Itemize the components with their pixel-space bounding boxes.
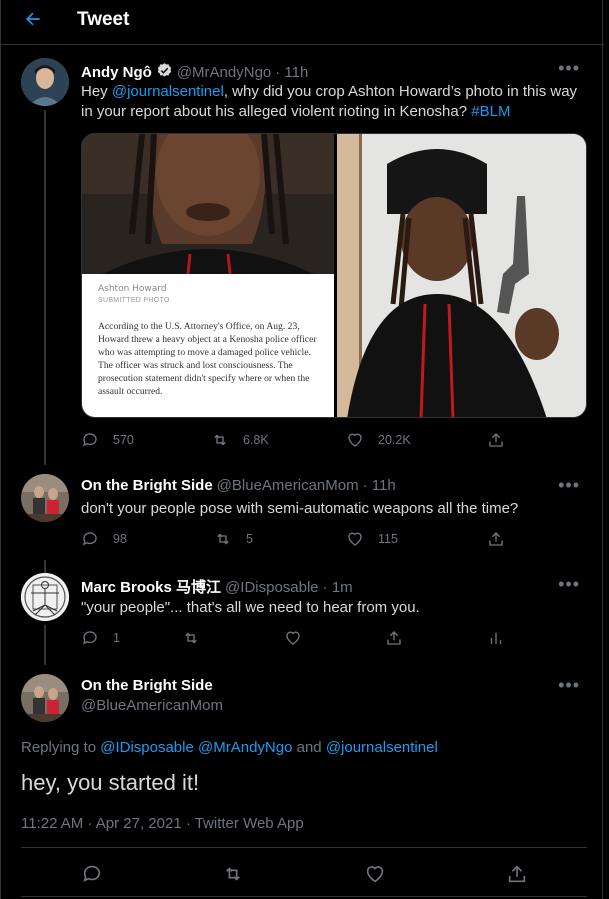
tweet-timestamp[interactable]: 11:22 AM · Apr 27, 2021 · Twitter Web Ap…	[21, 815, 304, 832]
like-count: 20.2K	[378, 433, 411, 447]
mention-link[interactable]: @journalsentinel	[326, 739, 438, 756]
retweet-icon	[214, 434, 226, 446]
more-options-icon[interactable]: •••	[558, 574, 580, 595]
avatar[interactable]	[21, 573, 69, 621]
media-image-left[interactable]: Ashton Howard SUBMITTED PHOTO According …	[82, 134, 334, 417]
reply-button[interactable]: 1	[81, 629, 120, 647]
share-button[interactable]	[487, 431, 505, 449]
like-button[interactable]: 115	[346, 530, 398, 548]
reply-icon	[82, 631, 97, 645]
heart-icon	[366, 866, 384, 883]
heart-icon	[286, 631, 300, 645]
retweet-icon	[225, 867, 241, 881]
heart-icon	[348, 532, 362, 546]
tweet-header: Marc Brooks 马博江 @IDisposable · 1m	[81, 576, 353, 597]
reply-icon	[83, 865, 101, 882]
tweet-detail-column: Tweet Andy Ngô @MrAndyNgo · 11h ••• Hey …	[0, 0, 604, 899]
reply-count: 570	[113, 433, 134, 447]
share-icon	[489, 532, 503, 546]
hashtag-link[interactable]: #BLM	[471, 103, 510, 120]
author-name[interactable]: Andy Ngô	[81, 64, 152, 81]
retweet-count: 5	[246, 532, 253, 546]
reply-count: 98	[113, 532, 127, 546]
reply-button[interactable]: 98	[81, 530, 127, 548]
share-button[interactable]	[487, 530, 505, 548]
share-icon	[489, 433, 503, 447]
media-caption-name: Ashton Howard	[98, 284, 167, 294]
reply-button[interactable]	[81, 863, 103, 885]
more-options-icon[interactable]: •••	[558, 58, 580, 79]
more-options-icon[interactable]: •••	[558, 675, 580, 696]
mention-link[interactable]: @journalsentinel	[112, 83, 224, 100]
author-handle[interactable]: @MrAndyNgo	[177, 64, 271, 81]
tweet-time[interactable]: · 1m	[323, 579, 353, 596]
tweet-text: "your people"... that's all we need to h…	[81, 599, 420, 616]
tweet-text: Hey @journalsentinel, why did you crop A…	[81, 82, 591, 122]
mention-link[interactable]: @MrAndyNgo	[198, 739, 292, 756]
retweet-button[interactable]: 5	[214, 530, 253, 548]
tweet-header: On the Bright Side @BlueAmericanMom · 11…	[81, 477, 396, 494]
main-tweet-text: hey, you started it!	[21, 770, 200, 795]
reply-icon	[82, 433, 97, 447]
replying-label: Replying to	[21, 739, 101, 756]
author-name[interactable]: On the Bright Side	[81, 677, 213, 694]
like-button[interactable]	[364, 863, 386, 885]
mention-link[interactable]: @IDisposable	[100, 739, 194, 756]
like-button[interactable]: 20.2K	[346, 431, 411, 449]
tweet-header: Andy Ngô @MrAndyNgo · 11h	[81, 60, 308, 81]
media-caption-sub: SUBMITTED PHOTO	[98, 297, 170, 304]
retweet-icon	[185, 632, 197, 644]
share-button[interactable]	[506, 863, 528, 885]
author-handle[interactable]: @BlueAmericanMom	[81, 697, 223, 714]
share-icon	[508, 865, 526, 883]
reply-count: 1	[113, 631, 120, 645]
media-caption-body: According to the U.S. Attorney's Office,…	[98, 321, 317, 397]
analytics-icon	[490, 632, 502, 644]
media-image-right[interactable]	[337, 134, 586, 417]
reply-button[interactable]: 570	[81, 431, 134, 449]
author-handle[interactable]: @BlueAmericanMom	[217, 477, 359, 494]
header: Tweet	[1, 0, 604, 45]
tweet-time[interactable]: · 11h	[275, 64, 308, 81]
verified-badge-icon	[156, 62, 173, 79]
tweet-media[interactable]: Ashton Howard SUBMITTED PHOTO According …	[81, 133, 587, 418]
retweet-icon	[217, 533, 229, 545]
share-icon	[387, 631, 401, 645]
thread-line	[44, 625, 46, 665]
divider	[21, 896, 587, 897]
retweet-button[interactable]	[182, 629, 200, 647]
arrow-left-icon[interactable]	[23, 9, 43, 35]
avatar[interactable]	[21, 474, 69, 522]
share-button[interactable]	[385, 629, 403, 647]
author-name[interactable]: On the Bright Side	[81, 477, 213, 494]
text-segment: in your report about his alleged violent…	[81, 103, 472, 120]
retweet-count: 6.8K	[243, 433, 269, 447]
avatar[interactable]	[21, 58, 69, 106]
text-segment: , why did you crop Ashton Howard’s photo…	[223, 83, 578, 100]
reply-icon	[82, 532, 97, 546]
tweet-time[interactable]: · 11h	[363, 477, 396, 494]
and-label: and	[292, 739, 326, 756]
tweet-text: don't your people pose with semi-automat…	[81, 500, 519, 517]
text-segment: Hey	[81, 83, 112, 100]
more-options-icon[interactable]: •••	[558, 475, 580, 496]
retweet-button[interactable]	[222, 863, 244, 885]
replying-to: Replying to @IDisposable @MrAndyNgo and …	[21, 739, 438, 756]
like-count: 115	[378, 532, 398, 546]
author-name[interactable]: Marc Brooks 马博江	[81, 576, 221, 597]
page-title: Tweet	[77, 9, 130, 30]
divider	[21, 847, 587, 848]
analytics-button[interactable]	[487, 629, 505, 647]
avatar[interactable]	[21, 674, 69, 722]
author-handle[interactable]: @IDisposable	[225, 579, 319, 596]
thread-line	[44, 110, 46, 465]
retweet-button[interactable]: 6.8K	[211, 431, 269, 449]
like-button[interactable]	[284, 629, 302, 647]
heart-icon	[348, 433, 362, 447]
